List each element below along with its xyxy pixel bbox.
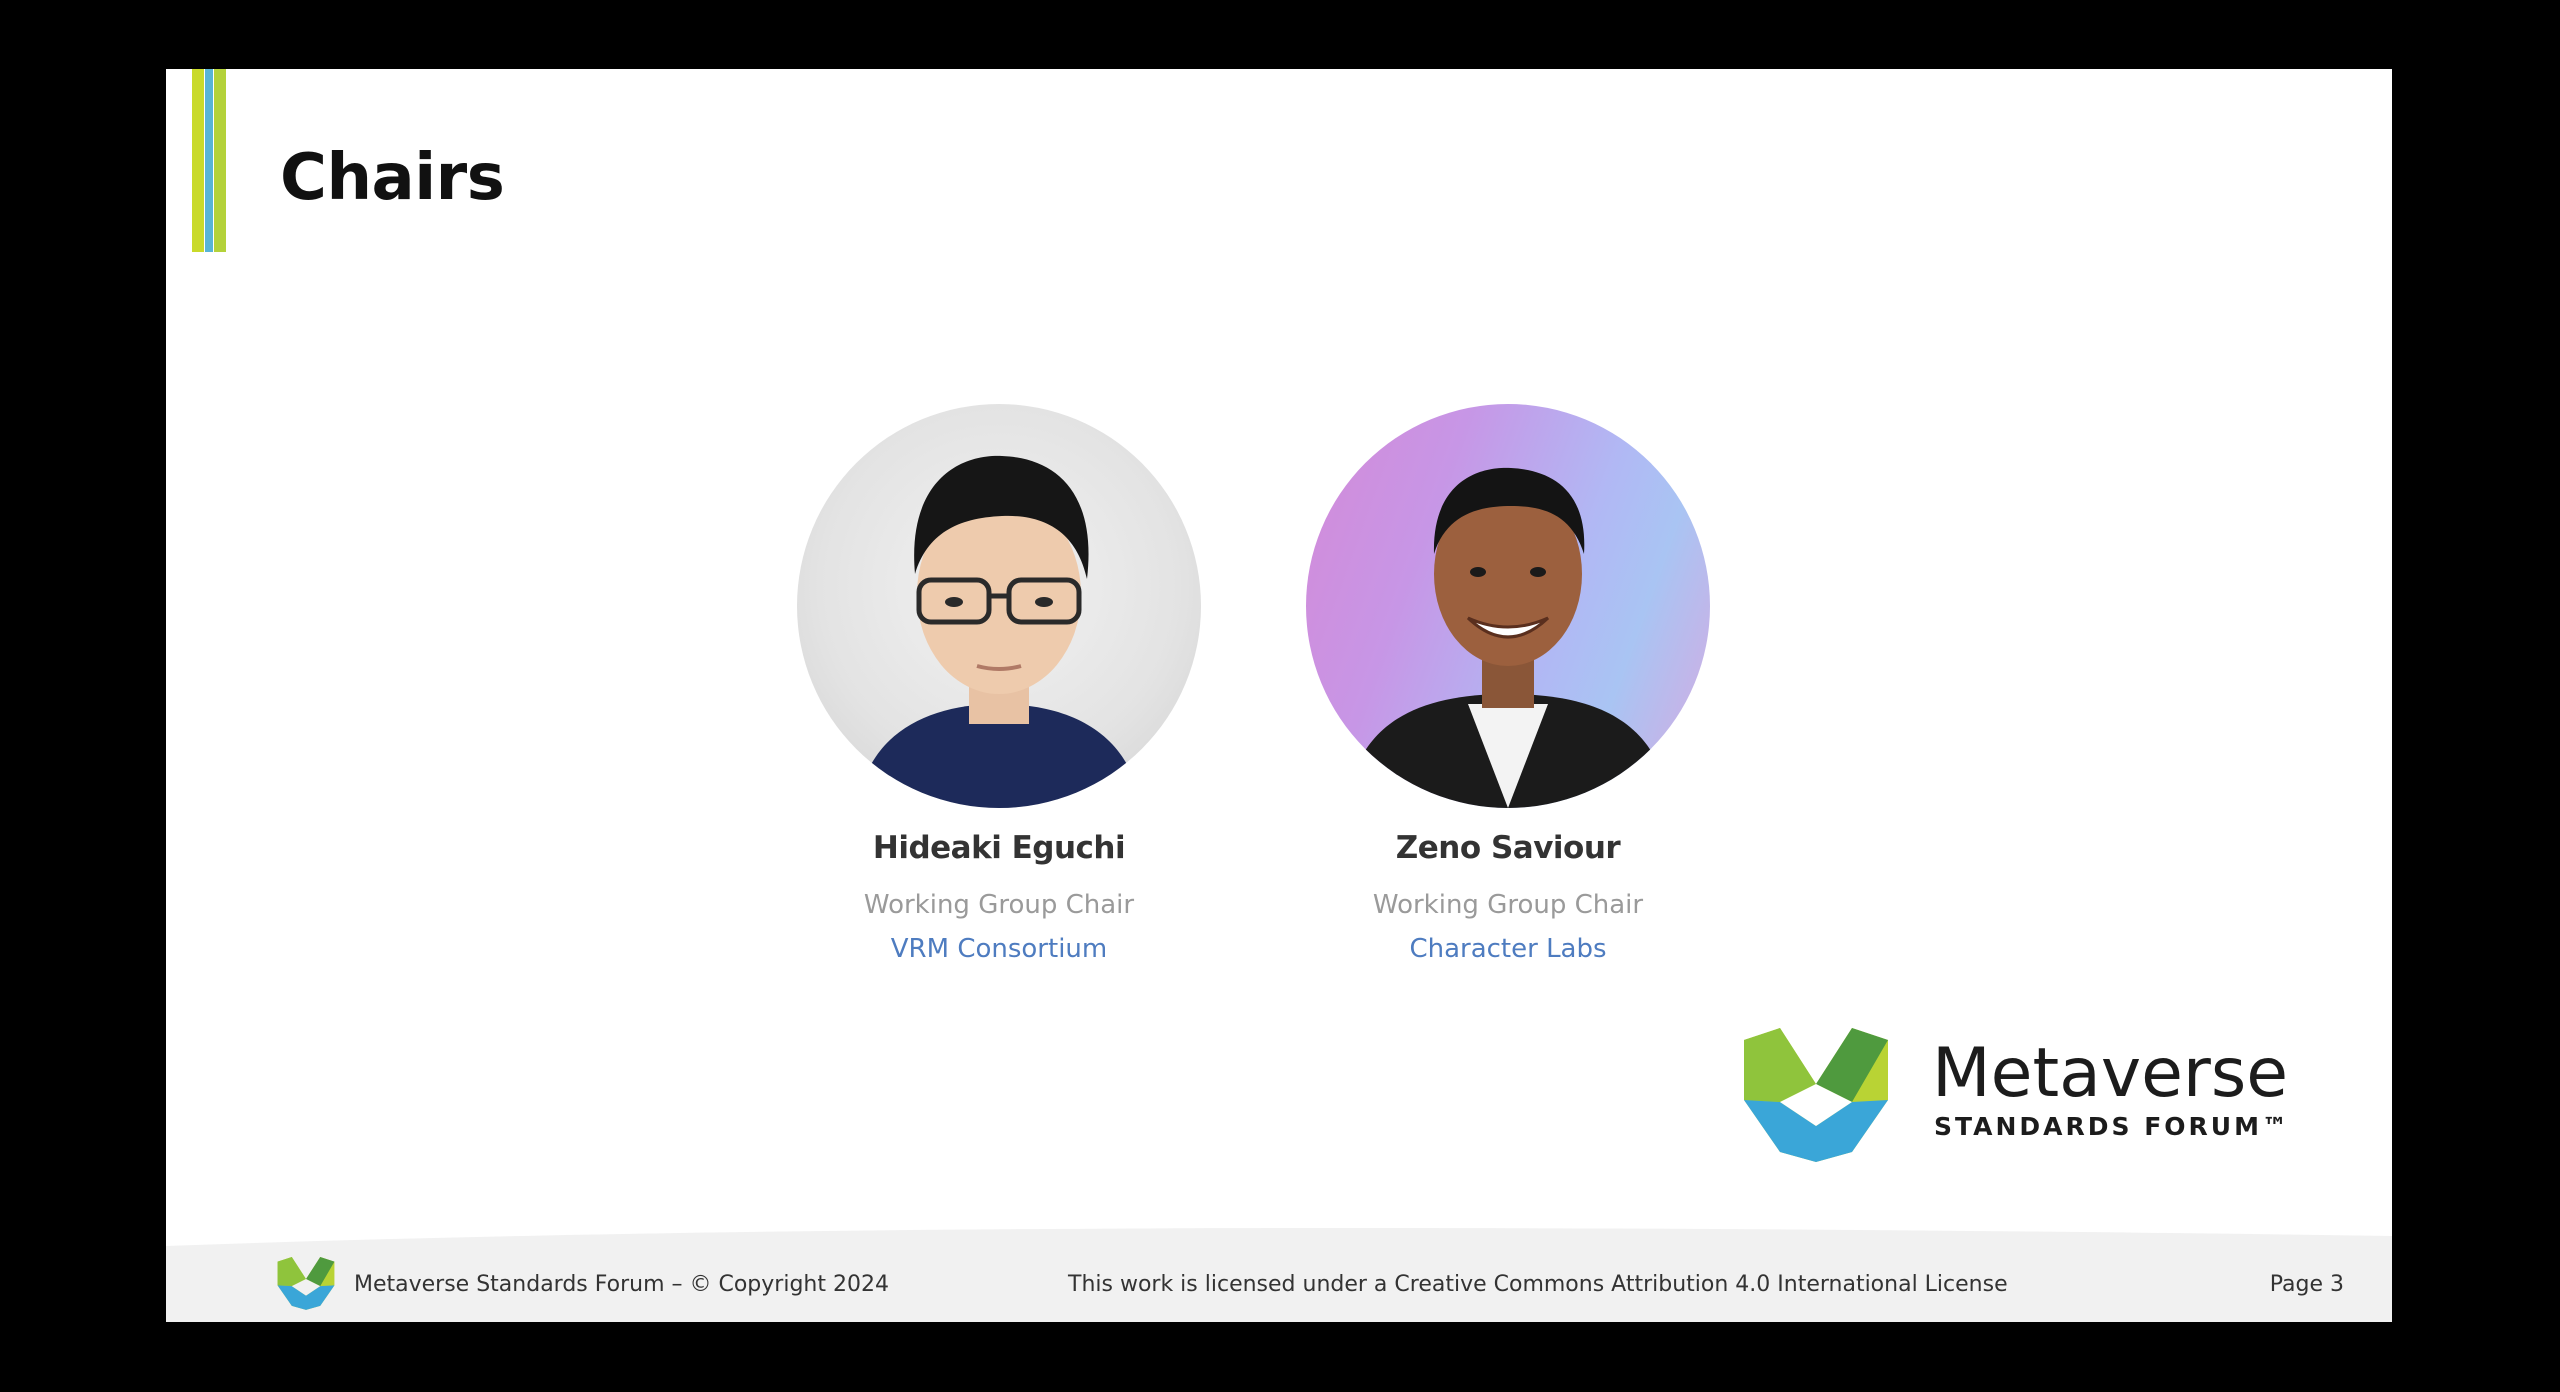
chairs-section: Hideaki Eguchi Working Group Chair VRM C… bbox=[166, 404, 2392, 1064]
chair-name: Hideaki Eguchi bbox=[872, 830, 1126, 866]
brand-logo: Metaverse STANDARDS FORUM™ bbox=[1740, 1026, 2300, 1166]
chair-card: Hideaki Eguchi Working Group Chair VRM C… bbox=[739, 404, 1259, 964]
chair-card: Zeno Saviour Working Group Chair Charact… bbox=[1248, 404, 1768, 964]
metaverse-forum-logo-icon bbox=[277, 1256, 335, 1310]
chair-name: Zeno Saviour bbox=[1395, 830, 1621, 866]
chair-role: Working Group Chair bbox=[863, 890, 1135, 920]
chair-role: Working Group Chair bbox=[1372, 890, 1644, 920]
chair-organization-link[interactable]: Character Labs bbox=[1248, 934, 1768, 964]
title-accent-bars bbox=[192, 69, 226, 252]
footer-page-number: Page 3 bbox=[2269, 1272, 2344, 1297]
brand-wordmark: Metaverse bbox=[1932, 1034, 2289, 1113]
chair-photo bbox=[1306, 404, 1710, 808]
person-photo-icon bbox=[1346, 467, 1670, 808]
slide: Chairs Hideaki Eguchi Working Group Chai… bbox=[166, 69, 2392, 1322]
slide-title: Chairs bbox=[280, 141, 505, 215]
presentation-viewer: Chairs Hideaki Eguchi Working Group Chai… bbox=[0, 0, 2560, 1392]
footer-license: This work is licensed under a Creative C… bbox=[1068, 1272, 2008, 1297]
person-photo-icon bbox=[857, 455, 1141, 808]
accent-bar-blue bbox=[205, 69, 213, 252]
chair-organization-link[interactable]: VRM Consortium bbox=[739, 934, 1259, 964]
accent-bar-green bbox=[192, 69, 204, 252]
metaverse-forum-logo-icon bbox=[1744, 1028, 1888, 1162]
chair-photo bbox=[797, 404, 1201, 808]
brand-subline: STANDARDS FORUM™ bbox=[1934, 1112, 2290, 1141]
footer-copyright: Metaverse Standards Forum – © Copyright … bbox=[354, 1272, 889, 1297]
accent-bar-lime bbox=[214, 69, 226, 252]
